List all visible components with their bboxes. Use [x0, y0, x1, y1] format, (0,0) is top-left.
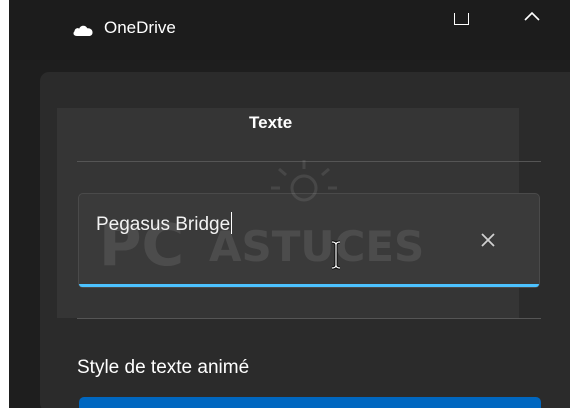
- input-value: Pegasus Bridge: [96, 212, 233, 236]
- input-text: Pegasus Bridge: [96, 214, 231, 235]
- text-input[interactable]: [78, 193, 540, 288]
- maximize-button[interactable]: [447, 6, 483, 42]
- maximize-icon: [454, 13, 469, 25]
- animated-style-option[interactable]: [79, 397, 541, 408]
- screen: OneDrive Texte PC ASTUCES Pegasus Bridge: [9, 0, 570, 408]
- chevron-up-icon[interactable]: [517, 5, 547, 29]
- cloud-icon: [73, 25, 93, 36]
- dialog-divider-top: [77, 161, 541, 162]
- text-caret: [231, 212, 233, 234]
- close-icon[interactable]: [477, 229, 499, 251]
- dialog-title: Texte: [249, 113, 293, 132]
- dialog-divider-bottom: [77, 318, 541, 319]
- input-focus-underline: [79, 284, 539, 287]
- ibeam-cursor-icon: [331, 240, 341, 270]
- app-name: OneDrive: [104, 18, 176, 37]
- section-label: Style de texte animé: [77, 357, 250, 378]
